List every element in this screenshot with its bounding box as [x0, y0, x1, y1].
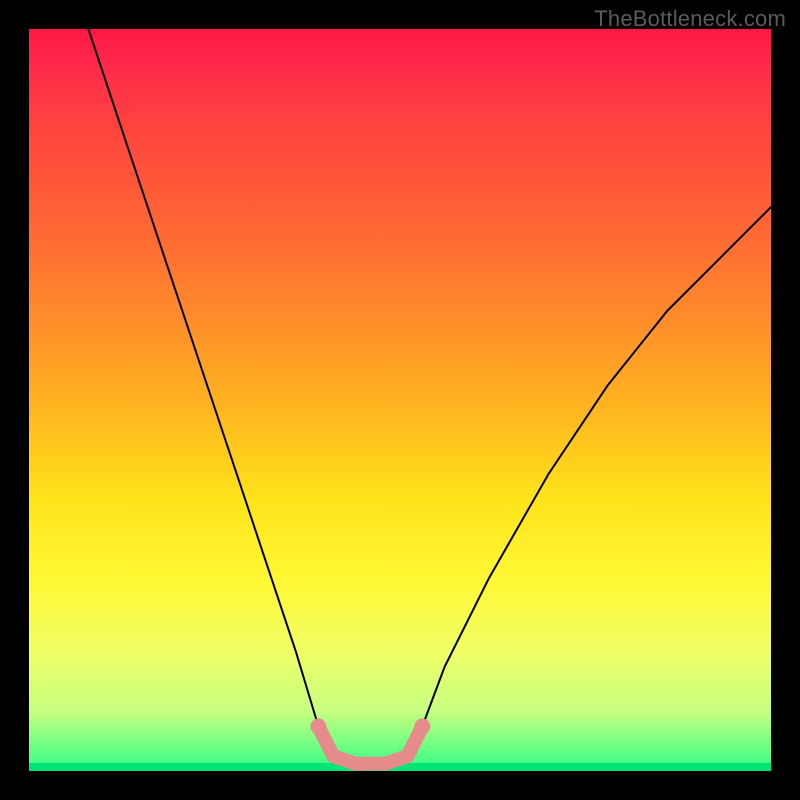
bottleneck-curve: [29, 29, 771, 771]
watermark-text: TheBottleneck.com: [594, 6, 786, 32]
chart-frame: TheBottleneck.com: [0, 0, 800, 800]
plot-area: [29, 29, 771, 771]
